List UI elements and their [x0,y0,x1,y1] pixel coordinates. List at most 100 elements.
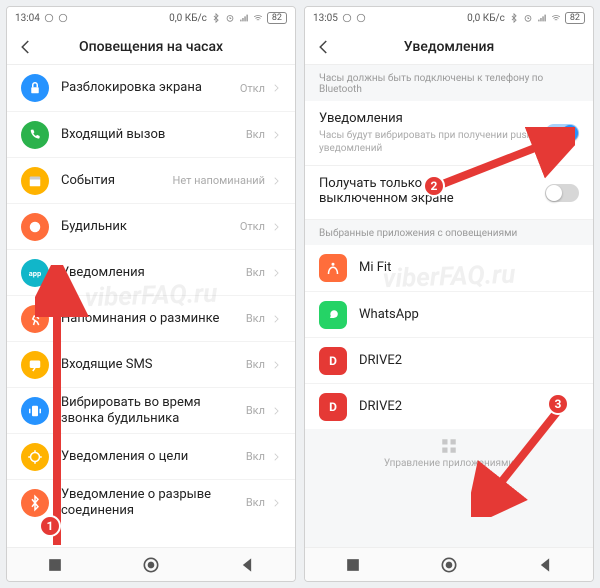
yandex-icon [342,13,352,23]
row-icon [21,167,49,195]
screen-off-title: Получать только при выключенном экране [319,176,545,206]
row-label: Уведомление о разрыве соединения [61,487,246,518]
status-time: 13:05 [313,13,338,24]
settings-row[interactable]: Уведомление о разрыве соединенияВкл [7,479,295,525]
app-label: WhatsApp [359,307,579,323]
phone-right: 13:05 0,0 КБ/с 82 Уведомления viberFAQ.r… [304,6,594,582]
chevron-right-icon [271,360,281,370]
row-label: Уведомления о цели [61,449,246,465]
row-value: Откл [240,220,265,233]
statusbar: 13:05 0,0 КБ/с 82 [305,7,593,29]
notifications-toggle-sub: Часы будут вибрировать при получении pus… [319,129,535,155]
app-row[interactable]: D DRIVE2 [305,383,593,429]
android-navbar [305,547,593,581]
row-value: Вкл [246,404,265,417]
settings-row[interactable]: БудильникОткл [7,203,295,249]
settings-row[interactable]: Напоминания о разминкеВкл [7,295,295,341]
statusbar: 13:04 0,0 КБ/с 82 [7,7,295,29]
nav-back-icon[interactable] [237,555,257,575]
titlebar: Оповещения на часах [7,29,295,65]
app-icon: D [319,347,347,375]
phone-left: 13:04 0,0 КБ/с 82 Оповещения на часах vi… [6,6,296,582]
row-value: Вкл [246,266,265,279]
nav-home-icon[interactable] [439,555,459,575]
row-value: Нет напоминаний [173,174,265,187]
status-time: 13:04 [15,13,40,24]
settings-row[interactable]: СобытияНет напоминаний [7,157,295,203]
settings-row[interactable]: Вибрировать во время звонка будильникаВк… [7,387,295,433]
alarm-icon [523,13,533,23]
nav-home-icon[interactable] [141,555,161,575]
row-icon [21,489,49,517]
app-icon: D [319,393,347,421]
yandex-icon [44,13,54,23]
row-value: Вкл [246,312,265,325]
chevron-right-icon [271,83,281,93]
settings-row[interactable]: app УведомленияВкл [7,249,295,295]
notifications-toggle-title: Уведомления [319,111,535,126]
screen-off-toggle-card[interactable]: Получать только при выключенном экране [305,166,593,220]
page-title: Оповещения на часах [17,39,285,55]
signal-icon [537,13,547,23]
nav-recent-icon[interactable] [45,555,65,575]
app-row[interactable]: WhatsApp [305,291,593,337]
row-icon [21,397,49,425]
notifications-content: viberFAQ.ru Часы должны быть подключены … [305,65,593,547]
chevron-right-icon [271,406,281,416]
settings-row[interactable]: Входящий вызовВкл [7,111,295,157]
nav-back-icon[interactable] [535,555,555,575]
row-label: Входящий вызов [61,127,246,143]
row-label: Разблокировка экрана [61,80,240,96]
bluetooth-hint: Часы должны быть подключены к телефону п… [305,65,593,101]
row-label: Вибрировать во время звонка будильника [61,395,246,426]
page-title: Уведомления [315,39,583,55]
bluetooth-icon [211,13,221,23]
settings-row[interactable]: Разблокировка экранаОткл [7,65,295,111]
settings-row[interactable]: Уведомления о целиВкл [7,433,295,479]
notifications-toggle[interactable] [545,124,579,142]
manage-apps-button[interactable]: Управление приложениями [305,429,593,475]
chevron-right-icon [271,498,281,508]
screen-off-toggle[interactable] [545,184,579,202]
row-label: Входящие SMS [61,357,246,373]
row-icon: app [21,259,49,287]
app-label: Mi Fit [359,260,579,276]
manage-apps-label: Управление приложениями [384,458,514,469]
row-value: Вкл [246,358,265,371]
app-row[interactable]: D DRIVE2 [305,337,593,383]
wifi-icon [253,13,263,23]
chevron-right-icon [271,452,281,462]
svg-text:app: app [29,269,41,278]
chevron-right-icon [271,268,281,278]
settings-row[interactable]: Входящие SMSВкл [7,341,295,387]
wifi-icon [551,13,561,23]
status-battery: 82 [267,12,287,24]
row-value: Откл [240,82,265,95]
android-navbar [7,547,295,581]
app-row[interactable]: Mi Fit [305,245,593,291]
status-battery: 82 [565,12,585,24]
notifications-toggle-card[interactable]: Уведомления Часы будут вибрировать при п… [305,101,593,166]
chevron-right-icon [271,222,281,232]
grid-icon [440,437,458,455]
row-icon [21,74,49,102]
row-icon [21,305,49,333]
app-icon [319,301,347,329]
nav-recent-icon[interactable] [343,555,363,575]
app-label: DRIVE2 [359,399,579,415]
row-label: Уведомления [61,265,246,281]
status-net: 0,0 КБ/с [169,13,207,24]
row-icon [21,351,49,379]
row-value: Вкл [246,128,265,141]
row-value: Вкл [246,496,265,509]
chevron-right-icon [271,314,281,324]
app-icon [319,254,347,282]
row-label: Будильник [61,219,240,235]
selected-apps-hint: Выбранные приложения с оповещениями [305,220,593,245]
chevron-right-icon [271,130,281,140]
row-icon [21,213,49,241]
app-label: DRIVE2 [359,353,579,369]
row-icon [21,443,49,471]
yandex-icon [58,13,68,23]
row-icon [21,121,49,149]
